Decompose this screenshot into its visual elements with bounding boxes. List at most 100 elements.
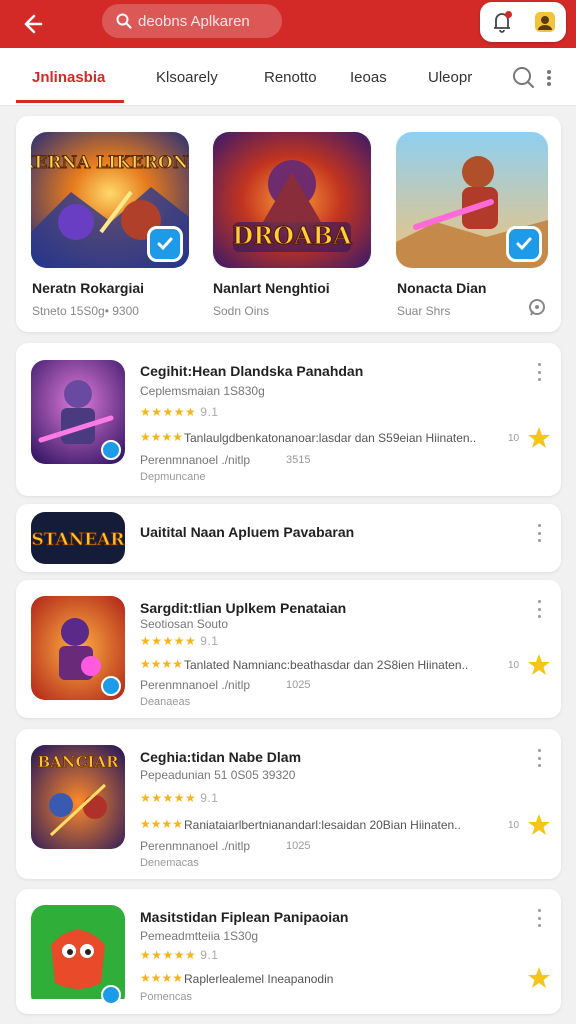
featured-title-0[interactable]: Neratn Rokargiai xyxy=(32,280,144,296)
game-art-image: STANEAR xyxy=(31,512,125,564)
app-bar: deobns Aplkaren xyxy=(0,0,576,48)
app-card-0[interactable]: Cegihit:Hean Dlandska Panahdan Ceplemsma… xyxy=(16,343,561,496)
rating-stars: ★★★★★ 9.1 xyxy=(140,948,219,962)
app-footer: Pomencas xyxy=(140,991,192,1003)
game-art-image: DROABA xyxy=(213,132,371,268)
app-meta: Perenmnanoel ./nitlp xyxy=(140,678,251,692)
app-subtitle: Seotiosan Souto xyxy=(140,617,229,631)
more-vertical-icon[interactable] xyxy=(534,909,544,927)
more-vertical-icon[interactable] xyxy=(534,524,544,542)
more-vertical-icon[interactable] xyxy=(534,600,544,618)
app-thumbnail[interactable] xyxy=(31,905,125,1009)
star-icon[interactable] xyxy=(526,812,552,838)
tab-4[interactable]: Uleopr xyxy=(428,48,472,106)
notifications-button[interactable] xyxy=(487,7,517,37)
active-tab-indicator xyxy=(16,100,124,103)
app-meta-value: 3515 xyxy=(286,454,311,466)
app-subtitle: Pepeadunian 51 0S05 39320 xyxy=(140,768,296,782)
more-vertical-icon[interactable] xyxy=(534,363,544,381)
rating-stars: ★★★★★ 9.1 xyxy=(140,634,219,648)
tab-1[interactable]: Klsoarely xyxy=(156,48,218,106)
fav-count: 10 xyxy=(508,660,520,671)
notification-badge xyxy=(504,11,512,18)
game-art-title: STANEAR xyxy=(31,530,125,550)
app-footer: Deanaeas xyxy=(140,696,191,708)
game-art-title: EXERNA LIKERONIN xyxy=(31,153,189,173)
app-description: Raplerlealemel Ineapanodin xyxy=(184,972,334,986)
app-thumbnail[interactable]: BANCIAR xyxy=(31,745,125,849)
profile-button[interactable] xyxy=(530,7,560,37)
rating-stars: ★★★★★ 9.1 xyxy=(140,791,219,805)
verified-badge xyxy=(506,226,542,262)
rating-value: 9.1 xyxy=(200,405,219,419)
app-meta-value: 1025 xyxy=(286,840,311,852)
app-description: Tanlated Namnianc:beathasdar dan 2S8ien … xyxy=(184,658,469,672)
app-description: Raniataiarlbertnianandarl:lesaidan 20Bia… xyxy=(184,818,461,832)
app-description: Tanlaulgdbenkatonanoar:lasdar dan S59eia… xyxy=(184,431,477,445)
back-button[interactable] xyxy=(16,8,48,40)
featured-tile-0[interactable]: EXERNA LIKERONIN xyxy=(31,132,189,268)
featured-sub-0: Stneto 15S0g• 9300 xyxy=(32,304,139,318)
featured-title-1[interactable]: Nanlart Nenghtioi xyxy=(213,280,330,296)
app-card-3[interactable]: BANCIAR Ceghia:tidan Nabe Dlam Pepeaduni… xyxy=(16,729,561,879)
app-subtitle: Ceplemsmaian 1S830g xyxy=(140,384,265,398)
star-icon[interactable] xyxy=(526,425,552,451)
app-meta: Perenmnanoel ./nitlp xyxy=(140,839,251,853)
verified-badge xyxy=(147,226,183,262)
game-art-title: BANCIAR xyxy=(37,753,119,771)
chat-icon[interactable] xyxy=(527,298,547,318)
game-art-title: DROABA xyxy=(232,221,352,250)
tab-search-button[interactable] xyxy=(512,63,552,93)
check-icon xyxy=(157,237,173,251)
featured-sub-2: Suar Shrs xyxy=(397,304,451,318)
star-icon[interactable] xyxy=(526,652,552,678)
app-card-4[interactable]: Masitstidan Fiplean Panipaoian Pemeadmtt… xyxy=(16,889,561,1014)
verified-badge xyxy=(101,440,121,460)
featured-title-2[interactable]: Nonacta Dian xyxy=(397,280,486,296)
app-footer: Denemacas xyxy=(140,857,199,869)
app-title[interactable]: Masitstidan Fiplean Panipaoian xyxy=(140,909,348,925)
user-icon xyxy=(534,12,555,32)
verified-badge xyxy=(101,676,121,696)
rating-value: 9.1 xyxy=(200,948,219,962)
app-footer: Depmuncane xyxy=(140,471,206,483)
app-thumbnail[interactable] xyxy=(31,596,125,700)
featured-sub-1: Sodn Oins xyxy=(213,304,270,318)
app-meta: Perenmnanoel ./nitlp xyxy=(140,453,251,467)
more-vertical-icon[interactable] xyxy=(534,749,544,767)
search-text: deobns Aplkaren xyxy=(138,12,250,30)
rating-value: 9.1 xyxy=(200,634,219,648)
game-art-image: BANCIAR xyxy=(31,745,125,849)
app-thumbnail[interactable]: STANEAR xyxy=(31,512,125,564)
search-icon xyxy=(116,13,132,29)
app-title[interactable]: Uaitital Naan Apluem Pavabaran xyxy=(140,524,354,540)
more-vertical-icon xyxy=(547,70,551,86)
app-card-1[interactable]: STANEAR Uaitital Naan Apluem Pavabaran xyxy=(16,504,561,572)
app-subtitle: Pemeadmtteiia 1S30g xyxy=(140,929,259,943)
featured-card: EXERNA LIKERONIN Neratn Rokargiai Stneto… xyxy=(16,116,561,332)
tab-3[interactable]: Ieoas xyxy=(350,48,387,106)
app-title[interactable]: Sargdit:tlian Uplkem Penataian xyxy=(140,600,346,616)
fav-count: 10 xyxy=(508,433,520,444)
rating-stars-small: ★★★★ xyxy=(140,971,184,985)
app-card-2[interactable]: Sargdit:tlian Uplkem Penataian Seotiosan… xyxy=(16,580,561,718)
star-icon[interactable] xyxy=(526,965,552,991)
rating-stars-small: ★★★★ xyxy=(140,657,184,671)
verified-badge xyxy=(101,985,121,1005)
rating-value: 9.1 xyxy=(200,791,219,805)
arrow-left-icon xyxy=(24,14,43,34)
app-title[interactable]: Cegihit:Hean Dlandska Panahdan xyxy=(140,363,363,379)
app-title[interactable]: Ceghia:tidan Nabe Dlam xyxy=(140,749,301,765)
search-icon xyxy=(513,67,534,88)
tab-0[interactable]: Jnlinasbia xyxy=(32,48,105,106)
featured-tile-1[interactable]: DROABA xyxy=(213,132,371,268)
header-actions xyxy=(480,2,566,42)
fav-count: 10 xyxy=(508,820,520,831)
search-box[interactable]: deobns Aplkaren xyxy=(102,4,282,38)
app-meta-value: 1025 xyxy=(286,679,311,691)
category-tabs: Jnlinasbia Klsoarely Renotto Ieoas Uleop… xyxy=(0,48,576,106)
featured-tile-2[interactable] xyxy=(396,132,548,268)
tab-2[interactable]: Renotto xyxy=(264,48,317,106)
rating-stars-small: ★★★★ xyxy=(140,817,184,831)
app-thumbnail[interactable] xyxy=(31,360,125,464)
